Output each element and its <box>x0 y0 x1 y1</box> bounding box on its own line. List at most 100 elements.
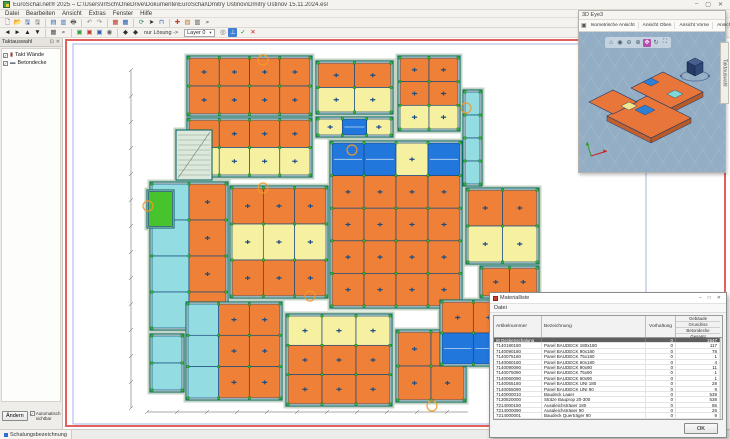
menu-extras[interactable]: Extras <box>89 11 106 17</box>
autohide-tab[interactable]: Taktauswahl <box>720 42 729 104</box>
cell: 0 <box>646 343 676 347</box>
cell: Panel BAUDECK 75x90 <box>542 370 646 374</box>
ok-button[interactable]: OK <box>684 423 718 434</box>
pan-3d-icon[interactable]: ✥ <box>643 39 651 47</box>
show-walls-icon[interactable]: ▣ <box>75 28 84 37</box>
zoom-out-icon[interactable]: ⊖ <box>625 39 633 47</box>
dialog-minimize-button[interactable]: – <box>699 295 702 301</box>
pan-right-icon[interactable]: ► <box>13 28 22 37</box>
maximize-button[interactable]: ▢ <box>705 1 711 8</box>
layer-manager-icon[interactable]: ◎ <box>218 28 227 37</box>
takt-panel-title: Taktauswahl <box>2 39 32 45</box>
refresh-icon[interactable]: ⟳ <box>137 18 146 27</box>
table-scrollbar[interactable] <box>720 338 723 420</box>
toolbar-separator <box>169 19 170 27</box>
cell: 9 <box>676 387 720 391</box>
select-cursor-icon[interactable]: ➤ <box>147 18 156 27</box>
formwork-blue-icon[interactable]: ▦ <box>121 18 130 27</box>
pin-icon[interactable]: ⊡ <box>50 39 54 45</box>
cell: Panel BAUDECK UNI 90 <box>542 387 646 391</box>
cell: 0 <box>646 370 676 374</box>
cell: 7140180180 <box>494 343 542 347</box>
auto-visible-checkbox[interactable]: ✓ Automatisch sichtbar <box>30 411 60 421</box>
app-window: { "window": { "title": "EuroSchal.net® 2… <box>0 0 730 439</box>
view-button-1[interactable]: Ansicht Oben <box>640 22 676 29</box>
open-folder-icon[interactable]: 📂 <box>13 18 22 27</box>
dialog-close-button[interactable]: ✕ <box>717 295 721 301</box>
apply-icon[interactable]: ✓ <box>238 28 247 37</box>
cell: 0 <box>646 397 676 401</box>
wall-tool-icon[interactable]: ⊓ <box>157 18 166 27</box>
options-icon[interactable]: ◉ <box>105 28 114 37</box>
page-layout-icon[interactable]: ▥ <box>59 18 68 27</box>
pan-left-icon[interactable]: ◄ <box>3 28 12 37</box>
zoom-in-icon[interactable]: ⊕ <box>634 39 642 47</box>
dialog-maximize-button[interactable]: □ <box>708 295 711 301</box>
layer-combobox-value: Layer 0 <box>187 30 205 36</box>
orbit-icon[interactable]: ↻ <box>652 39 660 47</box>
save-all-icon[interactable]: 🖫 <box>33 18 42 27</box>
prev-solution-icon[interactable]: ◆ <box>121 28 130 37</box>
menu-fenster[interactable]: Fenster <box>113 11 133 17</box>
column-header-bezeichnung[interactable]: Bezeichnung <box>542 316 646 337</box>
tree-item-1[interactable]: ✓▬Betondecke <box>3 59 59 67</box>
view-button-3[interactable]: Ansicht Seite <box>714 22 730 29</box>
tree-item-0[interactable]: ✓▮Takt Wände <box>3 51 59 59</box>
zoom-window-icon[interactable]: ▦ <box>49 28 58 37</box>
title-bar: EuroSchal.net® 2025 – C:\Users\IrlSch\On… <box>0 0 730 10</box>
redo-icon[interactable]: ↷ <box>95 18 104 27</box>
fit-view-icon[interactable]: ⛶ <box>661 39 669 47</box>
column-header-artikelnummer[interactable]: Artikelnummer <box>494 316 542 337</box>
zoom-tool-icon[interactable]: ⌕ <box>203 18 212 27</box>
panels-icon[interactable]: ▧ <box>183 18 192 27</box>
minimize-button[interactable]: – <box>695 1 698 8</box>
new-file-icon[interactable]: 🗋 <box>3 18 12 27</box>
home-icon[interactable]: ⌂ <box>607 39 615 47</box>
next-solution-icon[interactable]: ◆ <box>131 28 140 37</box>
cell: 26 <box>676 408 720 412</box>
column-header-vorhaltung[interactable]: Vorhaltung <box>646 316 676 337</box>
page-preview-icon[interactable]: ▤ <box>49 18 58 27</box>
formwork-red-icon[interactable]: ▦ <box>111 18 120 27</box>
change-button[interactable]: Ändern <box>2 411 28 421</box>
cell: 538 <box>676 397 720 401</box>
status-tab[interactable]: Schalungsbezeichnung <box>0 430 72 439</box>
view-button-0[interactable]: Isometrische Ansicht <box>588 22 639 29</box>
level-tool-icon[interactable]: ⊥ <box>228 28 237 37</box>
add-icon[interactable]: ✚ <box>173 18 182 27</box>
tree-item-checkbox[interactable]: ✓ <box>3 61 8 66</box>
takt-tree: ✓▮Takt Wände✓▬Betondecke <box>1 48 61 402</box>
scrollbar-thumb[interactable] <box>722 346 723 372</box>
list-icon[interactable]: ▥ <box>193 18 202 27</box>
eye-icon[interactable]: ◉ <box>616 39 624 47</box>
dialog-title-bar[interactable]: Materialliste – □ ✕ <box>490 293 726 304</box>
save-icon[interactable]: 🖫 <box>23 18 32 27</box>
pan-up-icon[interactable]: ▲ <box>23 28 32 37</box>
pan-down-icon[interactable]: ▼ <box>33 28 42 37</box>
menu-ansicht[interactable]: Ansicht <box>62 11 82 17</box>
cell: Panel BAUDECK 60x180 <box>542 360 646 364</box>
menu-bearbeiten[interactable]: Bearbeiten <box>26 11 55 17</box>
show-slab-icon[interactable]: ▣ <box>95 28 104 37</box>
view-button-2[interactable]: Ansicht Vorne <box>676 22 713 29</box>
menu-hilfe[interactable]: Hilfe <box>140 11 152 17</box>
tree-item-checkbox[interactable]: ✓ <box>3 53 8 58</box>
panel-close-icon[interactable]: ✕ <box>56 39 60 45</box>
zoom-extents-icon[interactable]: ⌕ <box>59 28 68 37</box>
hide-walls-icon[interactable]: ▣ <box>85 28 94 37</box>
column-header-gesamt-stack[interactable]: Gebäude Grundriss Betondecke Gesamt <box>676 316 720 337</box>
cell: 7140055090 <box>494 387 542 391</box>
undo-icon[interactable]: ↶ <box>85 18 94 27</box>
cell: Panel BAUDECK UNI 180 <box>542 381 646 385</box>
menu-datei[interactable]: Datei <box>5 11 19 17</box>
delete-icon[interactable]: ✕ <box>248 28 257 37</box>
cell: Baudeck Querträger 90 <box>542 413 646 417</box>
dialog-menu-datei[interactable]: Datei <box>494 305 507 311</box>
3d-panel-title: 3D Eye3 <box>582 12 603 18</box>
layer-combobox[interactable]: Layer 0 ▼ <box>184 29 215 37</box>
3d-view[interactable]: ⌂◉⊖⊕✥↻⛶ <box>579 32 725 172</box>
cell: 1 <box>676 370 720 374</box>
print-icon[interactable]: 🖶 <box>69 18 78 27</box>
close-button[interactable]: ✕ <box>718 1 723 8</box>
toolbar-separator <box>71 29 72 37</box>
